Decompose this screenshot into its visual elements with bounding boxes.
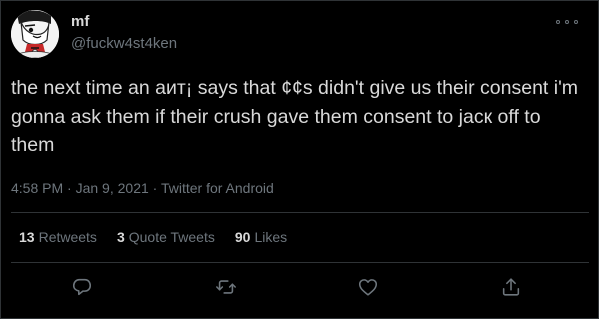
retweets-count: 13 (19, 229, 35, 245)
retweets-label: Retweets (38, 229, 97, 245)
share-icon (502, 278, 520, 296)
author-handle[interactable]: @fuckw4st4ken (71, 35, 177, 53)
reply-icon (72, 278, 92, 296)
avatar[interactable] (11, 10, 59, 58)
divider (11, 262, 589, 263)
share-button[interactable] (497, 273, 525, 301)
more-dot (565, 20, 569, 24)
quote-tweets-stat[interactable]: 3 Quote Tweets (117, 228, 215, 246)
tweet-meta: 4:58 PM · Jan 9, 2021 · Twitter for Andr… (11, 179, 274, 197)
tweet-text: the next time an аит¡ says that ¢¢s didn… (11, 77, 584, 156)
retweet-icon (216, 280, 236, 294)
action-bar (1, 273, 599, 301)
tweet-time[interactable]: 4:58 PM (11, 180, 63, 196)
like-button[interactable] (354, 273, 382, 301)
author-display-name[interactable]: mf (71, 13, 89, 31)
more-dot (556, 20, 560, 24)
more-dot (574, 20, 578, 24)
engagement-stats: 13 Retweets 3 Quote Tweets 90 Likes (19, 228, 307, 246)
quote-tweets-label: Quote Tweets (128, 229, 215, 245)
meta-separator: · (148, 180, 161, 196)
likes-count: 90 (234, 229, 251, 245)
retweets-stat[interactable]: 13 Retweets (19, 228, 97, 246)
likes-stat[interactable]: 90 Likes (235, 228, 287, 246)
retweet-button[interactable] (212, 273, 240, 301)
like-icon (358, 279, 378, 296)
more-options-icon[interactable] (556, 15, 578, 29)
tweet-source[interactable]: Twitter for Android (161, 180, 274, 196)
tweet-date[interactable]: Jan 9, 2021 (76, 180, 149, 196)
cartoon-avatar-icon (11, 10, 59, 58)
quote-tweets-count: 3 (116, 229, 125, 245)
divider (11, 212, 589, 213)
tweet-card: mf @fuckw4st4ken the next time an аит¡ s… (0, 0, 599, 319)
meta-separator: · (63, 180, 76, 196)
likes-label: Likes (254, 229, 288, 245)
reply-button[interactable] (68, 273, 96, 301)
